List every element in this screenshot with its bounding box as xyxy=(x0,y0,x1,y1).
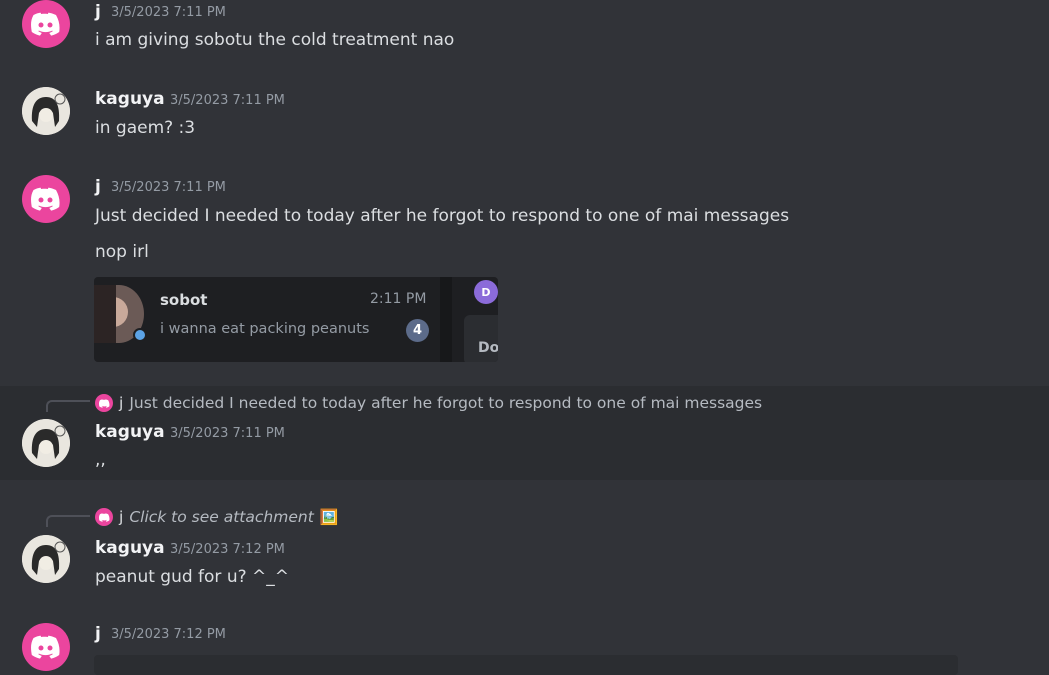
embed-preview[interactable] xyxy=(94,655,958,675)
discord-mini-icon xyxy=(95,394,113,412)
author-name[interactable]: kaguya xyxy=(95,422,165,442)
author-name[interactable]: j xyxy=(95,177,101,197)
side-text: Do xyxy=(478,340,498,356)
timestamp: 3/5/2023 7:12 PM xyxy=(170,542,285,557)
message-5: j Click to see attachment 🖼️ kaguya 3/5/… xyxy=(0,500,1049,600)
online-dot xyxy=(133,328,147,342)
kaguya-avatar[interactable] xyxy=(22,419,70,467)
message-text: ,, xyxy=(95,450,106,470)
reply-author: j xyxy=(119,394,124,412)
timestamp: 3/5/2023 7:11 PM xyxy=(170,426,285,441)
dm-time: 2:11 PM xyxy=(370,291,427,307)
reply-preview[interactable]: j Click to see attachment 🖼️ xyxy=(95,507,338,527)
dm-name: sobot xyxy=(160,291,208,309)
panel-divider xyxy=(440,277,452,362)
dm-preview: i wanna eat packing peanuts xyxy=(160,321,370,337)
timestamp: 3/5/2023 7:11 PM xyxy=(111,180,226,195)
reply-text: Just decided I needed to today after he … xyxy=(129,394,763,412)
image-attachment[interactable]: sobot 2:11 PM i wanna eat packing peanut… xyxy=(94,277,498,362)
discord-avatar-icon[interactable] xyxy=(22,623,70,671)
message-text: i am giving sobotu the cold treatment na… xyxy=(95,30,455,50)
discord-mini-icon xyxy=(95,508,113,526)
message-text: nop irl xyxy=(95,242,149,262)
kaguya-avatar[interactable] xyxy=(22,87,70,135)
discord-avatar-icon[interactable] xyxy=(22,175,70,223)
timestamp: 3/5/2023 7:11 PM xyxy=(170,93,285,108)
author-name[interactable]: kaguya xyxy=(95,89,165,109)
message-text: Just decided I needed to today after he … xyxy=(95,206,790,226)
reply-preview[interactable]: j Just decided I needed to today after h… xyxy=(95,393,762,413)
reply-spine xyxy=(46,515,90,527)
message-4: j Just decided I needed to today after h… xyxy=(0,386,1049,480)
timestamp: 3/5/2023 7:11 PM xyxy=(111,5,226,20)
timestamp: 3/5/2023 7:12 PM xyxy=(111,627,226,642)
reply-author: j xyxy=(119,508,124,526)
message-6: j 3/5/2023 7:12 PM xyxy=(0,620,1049,675)
side-avatar: D xyxy=(474,280,498,304)
author-name[interactable]: kaguya xyxy=(95,538,165,558)
message-text: in gaem? :3 xyxy=(95,118,196,138)
message-1: j 3/5/2023 7:11 PM i am giving sobotu th… xyxy=(0,0,1049,70)
reply-text: Click to see attachment xyxy=(129,508,314,526)
reply-spine xyxy=(46,400,90,412)
message-text: peanut gud for u? ^_^ xyxy=(95,567,290,587)
author-name[interactable]: j xyxy=(95,624,101,644)
unread-count: 4 xyxy=(412,323,423,338)
message-2: kaguya 3/5/2023 7:11 PM in gaem? :3 xyxy=(0,80,1049,150)
kaguya-avatar[interactable] xyxy=(22,535,70,583)
image-icon: 🖼️ xyxy=(319,508,339,526)
author-name[interactable]: j xyxy=(95,2,101,22)
discord-avatar-icon[interactable] xyxy=(22,0,70,48)
unread-badge: 4 xyxy=(406,319,429,342)
